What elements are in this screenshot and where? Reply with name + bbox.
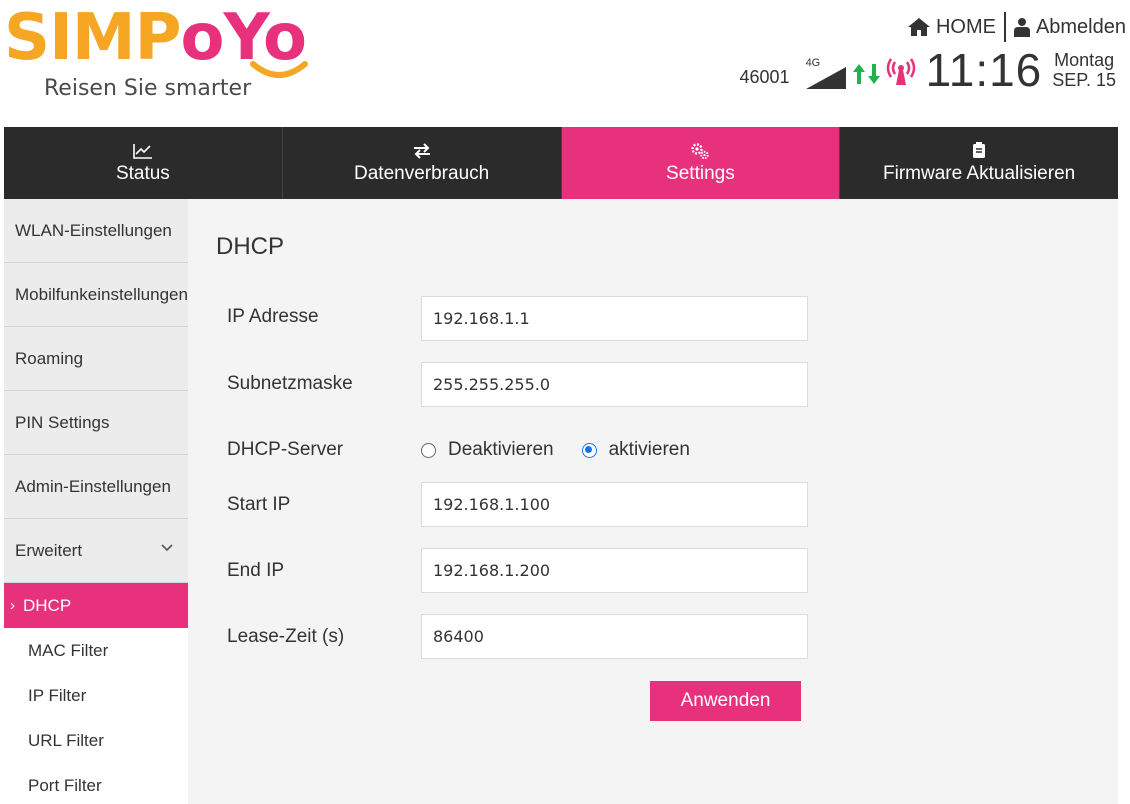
sidebar-item-mobilfunk[interactable]: Mobilfunkeinstellungen (4, 263, 188, 327)
lease-time-label: Lease-Zeit (s) (227, 626, 345, 647)
start-ip-field[interactable]: 192.168.1.100 (421, 482, 808, 527)
gears-icon (691, 143, 710, 160)
radio-unchecked-icon (421, 442, 436, 458)
dhcp-disable-radio[interactable]: Deaktivieren (421, 439, 554, 461)
tab-datenverbrauch[interactable]: Datenverbrauch (283, 127, 562, 199)
ip-address-field[interactable]: 192.168.1.1 (421, 296, 808, 341)
ip-address-label: IP Adresse (227, 306, 319, 327)
sidebar-subitem-label: IP Filter (28, 685, 87, 705)
apply-button[interactable]: Anwenden (650, 681, 801, 721)
sidebar-item-admin[interactable]: Admin-Einstellungen (4, 455, 188, 519)
firmware-icon (973, 142, 986, 158)
weekday: Montag (1054, 50, 1115, 70)
status-bar: 46001 4G 11:16 Montag SEP. 15 (739, 44, 1117, 96)
wifi-broadcast-icon (886, 58, 915, 85)
sidebar-item-label: PIN Settings (15, 412, 110, 432)
sidebar-item-label: Mobilfunkeinstellungen (15, 284, 188, 304)
brand-tagline: Reisen Sie smarter (44, 76, 252, 101)
date: SEP. 15 (1052, 70, 1116, 90)
signal-indicator: 4G (804, 57, 848, 91)
dhcp-server-label: DHCP-Server (227, 439, 344, 460)
start-ip-label: Start IP (227, 494, 291, 515)
sidebar-subitem-label: URL Filter (28, 730, 104, 750)
home-link-label: HOME (935, 15, 996, 38)
sidebar-item-pin[interactable]: PIN Settings (4, 391, 188, 455)
home-link[interactable]: HOME (907, 15, 996, 39)
clock-time: 11:16 (925, 44, 1043, 96)
sidebar-item-label: Roaming (15, 348, 84, 368)
sidebar: WLAN-Einstellungen Mobilfunkeinstellunge… (4, 199, 188, 804)
brand-logo[interactable]: SIMPoYo Reisen Sie smarter (4, 2, 344, 102)
sidebar-item-label: Erweitert (15, 540, 83, 560)
home-icon (907, 18, 930, 36)
sidebar-subitem-port-filter[interactable]: Port Filter (4, 763, 188, 804)
sidebar-subitem-url-filter[interactable]: URL Filter (4, 718, 188, 763)
header: SIMPoYo Reisen Sie smarter HOME Abmelden… (0, 0, 1130, 127)
end-ip-label: End IP (227, 560, 285, 581)
sidebar-item-label: Admin-Einstellungen (15, 476, 171, 496)
tab-status-label: Status (115, 163, 170, 184)
sidebar-item-roaming[interactable]: Roaming (4, 327, 188, 391)
sidebar-item-wlan[interactable]: WLAN-Einstellungen (4, 199, 188, 263)
top-links-divider (1003, 12, 1006, 42)
logout-link-label: Abmelden (1035, 15, 1126, 38)
tab-settings-label: Settings (666, 163, 735, 184)
tab-status[interactable]: Status (4, 127, 283, 199)
logout-link[interactable]: Abmelden (1013, 15, 1126, 39)
lease-time-field[interactable]: 86400 (421, 614, 808, 659)
dhcp-disable-label: Deaktivieren (448, 439, 554, 460)
subnet-mask-label: Subnetzmaske (227, 373, 353, 394)
chart-icon (133, 144, 152, 159)
tab-settings[interactable]: Settings (561, 127, 841, 199)
subnet-mask-field[interactable]: 255.255.255.0 (421, 362, 808, 407)
radio-checked-icon (581, 442, 597, 458)
network-type: 4G (805, 57, 821, 69)
sidebar-subitem-label: DHCP (23, 595, 72, 615)
top-links: HOME Abmelden (907, 12, 1126, 42)
sidebar-item-label: WLAN-Einstellungen (15, 220, 172, 240)
sidebar-item-erweitert[interactable]: Erweitert (4, 519, 188, 583)
logo-smile-icon (250, 61, 308, 78)
main-tabs: Status Datenverbrauch Settings Firmware … (4, 127, 1118, 199)
tab-firmware-label: Firmware Aktualisieren (883, 163, 1076, 184)
tab-firmware[interactable]: Firmware Aktualisieren (840, 127, 1118, 199)
page-title: DHCP (216, 233, 285, 260)
end-ip-field[interactable]: 192.168.1.200 (421, 548, 808, 593)
user-icon (1013, 18, 1030, 37)
operator-code: 46001 (739, 66, 790, 87)
chevron-right-icon: › (10, 597, 15, 614)
dhcp-enable-label: aktivieren (608, 439, 690, 460)
data-arrows-icon (852, 62, 882, 86)
tab-datenverbrauch-label: Datenverbrauch (354, 163, 490, 184)
sidebar-subitem-ip-filter[interactable]: IP Filter (4, 673, 188, 718)
sidebar-subitem-dhcp[interactable]: › DHCP (4, 583, 188, 628)
dhcp-panel: DHCP IP Adresse 192.168.1.1 Subnetzmaske… (188, 199, 1118, 804)
dhcp-enable-radio[interactable]: aktivieren (581, 439, 690, 461)
date-display: Montag SEP. 15 (1052, 50, 1116, 90)
sidebar-subitem-label: Port Filter (28, 775, 102, 795)
sidebar-subitem-mac-filter[interactable]: MAC Filter (4, 628, 188, 673)
sidebar-subitem-label: MAC Filter (28, 640, 109, 660)
transfer-icon (413, 143, 430, 159)
dhcp-server-radio-group: Deaktivieren aktivieren (421, 439, 718, 461)
chevron-down-icon (161, 544, 173, 552)
